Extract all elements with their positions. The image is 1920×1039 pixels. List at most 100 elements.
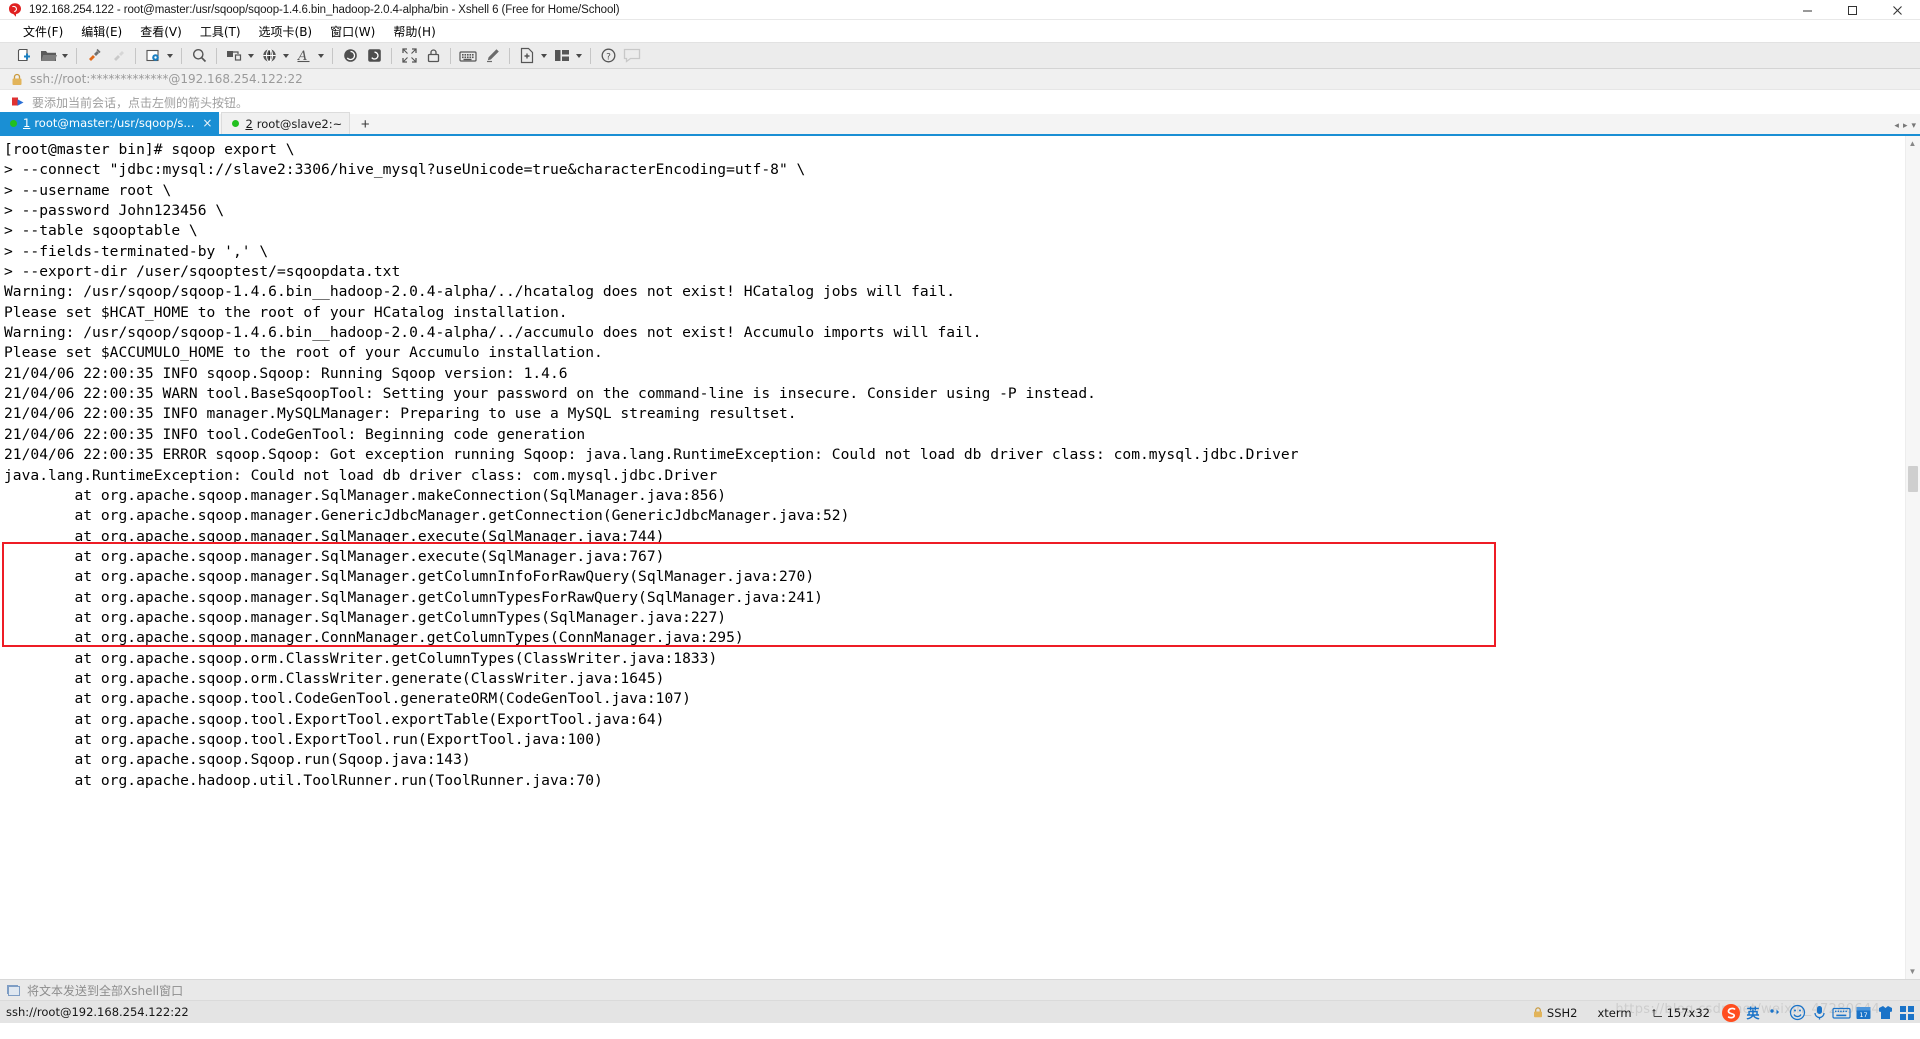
file-transfer-icon[interactable] [223, 45, 245, 67]
session-properties-dropdown-caret-icon[interactable] [167, 53, 173, 58]
scrollbar-thumb[interactable] [1908, 466, 1918, 492]
file-transfer-dropdown-caret-icon[interactable] [248, 53, 254, 58]
open-folder-dropdown-caret-icon[interactable] [62, 53, 68, 58]
resize-icon [1651, 1007, 1663, 1018]
menu-bar: 文件(F) 编辑(E) 查看(V) 工具(T) 选项卡(B) 窗口(W) 帮助(… [0, 20, 1920, 42]
terminal-line: at org.apache.sqoop.manager.SqlManager.g… [4, 608, 727, 626]
menu-help[interactable]: 帮助(H) [384, 21, 444, 42]
emoji-icon[interactable] [1786, 1001, 1808, 1024]
tab-label: root@slave2:~ [256, 116, 343, 131]
terminal-line: at org.apache.sqoop.manager.ConnManager.… [4, 629, 744, 647]
status-bar-right: SSH2 xterm 157x32 英 17 [1523, 1001, 1918, 1024]
tab-status-dot-icon [10, 119, 17, 127]
keyboard-icon[interactable] [457, 45, 479, 67]
sogou-ime-icon[interactable] [1720, 1001, 1742, 1024]
new-session-icon[interactable] [13, 45, 35, 67]
tab-scroll-right-icon[interactable]: ▸ [1903, 120, 1908, 131]
scroll-up-arrow-icon[interactable]: ▲ [1906, 137, 1919, 150]
terminal-output[interactable]: [root@master bin]# sqoop export \ > --con… [0, 136, 1920, 791]
close-button[interactable] [1875, 0, 1920, 20]
terminal-line: > --export-dir /user/sqooptest/=sqoopdat… [4, 263, 401, 281]
apps-icon[interactable] [1896, 1001, 1918, 1024]
terminal-line: Please set $HCAT_HOME to the root of you… [4, 303, 568, 321]
terminal-line: at org.apache.sqoop.manager.SqlManager.m… [4, 486, 727, 504]
find-icon[interactable] [188, 45, 210, 67]
terminal-line: at org.apache.sqoop.manager.SqlManager.e… [4, 547, 665, 565]
new-tab-button[interactable]: + [355, 114, 375, 134]
scroll-down-arrow-icon[interactable]: ▼ [1906, 965, 1919, 978]
new-note-dropdown-caret-icon[interactable] [541, 53, 547, 58]
session-properties-icon[interactable] [142, 45, 164, 67]
minimize-button[interactable] [1785, 0, 1830, 20]
terminal-line: 21/04/06 22:00:35 WARN tool.BaseSqoopToo… [4, 385, 1096, 403]
shirt-icon[interactable] [1874, 1001, 1896, 1024]
terminal-line: at org.apache.sqoop.orm.ClassWriter.gene… [4, 669, 665, 687]
terminal-line: at org.apache.sqoop.manager.GenericJdbcM… [4, 507, 850, 525]
terminal-area[interactable]: [root@master bin]# sqoop export \ > --con… [0, 136, 1920, 979]
terminal-scrollbar[interactable]: ▲ ▼ [1905, 136, 1920, 979]
tab-number: 1 [23, 116, 31, 130]
disconnect-icon[interactable] [107, 45, 129, 67]
address-bar[interactable]: ssh://root:*************@192.168.254.122… [0, 69, 1920, 90]
punctuation-icon[interactable] [1764, 1001, 1786, 1024]
toolbar-separator [332, 47, 333, 64]
status-terminal-type: xterm [1597, 1005, 1632, 1020]
new-note-icon[interactable] [516, 45, 538, 67]
help-icon[interactable]: ? [597, 45, 619, 67]
terminal-line: at org.apache.sqoop.manager.SqlManager.e… [4, 527, 665, 545]
arrow-flag-icon [11, 96, 25, 109]
menu-edit[interactable]: 编辑(E) [72, 21, 131, 42]
toolbar-separator [181, 47, 182, 64]
comment-icon[interactable] [621, 45, 643, 67]
menu-window[interactable]: 窗口(W) [321, 21, 384, 42]
maximize-button[interactable] [1830, 0, 1875, 20]
send-to-all-bar[interactable]: 将文本发送到全部Xshell窗口 [0, 979, 1920, 1000]
font-icon[interactable]: A [293, 45, 315, 67]
terminal-line: at org.apache.sqoop.Sqoop.run(Sqoop.java… [4, 751, 471, 769]
menu-tools[interactable]: 工具(T) [191, 21, 250, 42]
open-folder-icon[interactable] [37, 45, 59, 67]
status-protocol-group: SSH2 [1523, 1006, 1588, 1020]
calendar-icon[interactable]: 17 [1852, 1001, 1874, 1024]
menu-file[interactable]: 文件(F) [14, 21, 72, 42]
address-input[interactable]: ssh://root:*************@192.168.254.122… [30, 72, 303, 86]
fullscreen-icon[interactable] [398, 45, 420, 67]
lock-icon[interactable] [422, 45, 444, 67]
terminal-line: at org.apache.sqoop.tool.ExportTool.run(… [4, 730, 603, 748]
globe-dropdown-caret-icon[interactable] [283, 53, 289, 58]
terminal-line: at org.apache.sqoop.tool.ExportTool.expo… [4, 710, 665, 728]
layout-dropdown-caret-icon[interactable] [576, 53, 582, 58]
terminal-line: > --password John123456 \ [4, 202, 225, 220]
tab-session-1[interactable]: 1 root@master:/usr/sqoop/s... × [0, 112, 220, 134]
connect-icon[interactable] [83, 45, 105, 67]
log-icon[interactable] [339, 45, 361, 67]
font-dropdown-caret-icon[interactable] [318, 53, 324, 58]
padlock-icon [11, 73, 23, 86]
terminal-line: 21/04/06 22:00:35 ERROR sqoop.Sqoop: Got… [4, 446, 1299, 464]
status-connection: ssh://root@192.168.254.122:22 [6, 1005, 189, 1019]
tab-scroll-left-icon[interactable]: ◂ [1894, 120, 1899, 131]
terminal-line: 21/04/06 22:00:35 INFO tool.CodeGenTool:… [4, 425, 586, 443]
session-hint-bar: 要添加当前会话，点击左侧的箭头按钮。 [0, 90, 1920, 114]
tab-close-icon[interactable]: × [202, 116, 212, 130]
status-bar: ssh://root@192.168.254.122:22 https://bl… [0, 1000, 1920, 1023]
terminal-line: Warning: /usr/sqoop/sqoop-1.4.6.bin__had… [4, 283, 956, 301]
keyboard-icon[interactable] [1830, 1001, 1852, 1024]
status-size: 157x32 [1666, 1005, 1710, 1020]
tab-list-icon[interactable]: ▾ [1911, 120, 1916, 131]
layout-icon[interactable] [551, 45, 573, 67]
terminal-line: Please set $ACCUMULO_HOME to the root of… [4, 344, 603, 362]
toolbar-separator [391, 47, 392, 64]
ime-chinese-icon[interactable]: 英 [1742, 1001, 1764, 1024]
menu-view[interactable]: 查看(V) [131, 21, 191, 42]
record-icon[interactable] [363, 45, 385, 67]
globe-icon[interactable] [258, 45, 280, 67]
session-hint-text: 要添加当前会话，点击左侧的箭头按钮。 [32, 95, 249, 110]
terminal-line: 21/04/06 22:00:35 INFO sqoop.Sqoop: Runn… [4, 364, 568, 382]
microphone-icon[interactable] [1808, 1001, 1830, 1024]
tab-session-2[interactable]: 2 root@slave2:~ [221, 112, 351, 134]
toolbar-separator [76, 47, 77, 64]
terminal-line: java.lang.RuntimeException: Could not lo… [4, 466, 718, 484]
menu-tabs[interactable]: 选项卡(B) [250, 21, 322, 42]
highlight-icon[interactable] [481, 45, 503, 67]
